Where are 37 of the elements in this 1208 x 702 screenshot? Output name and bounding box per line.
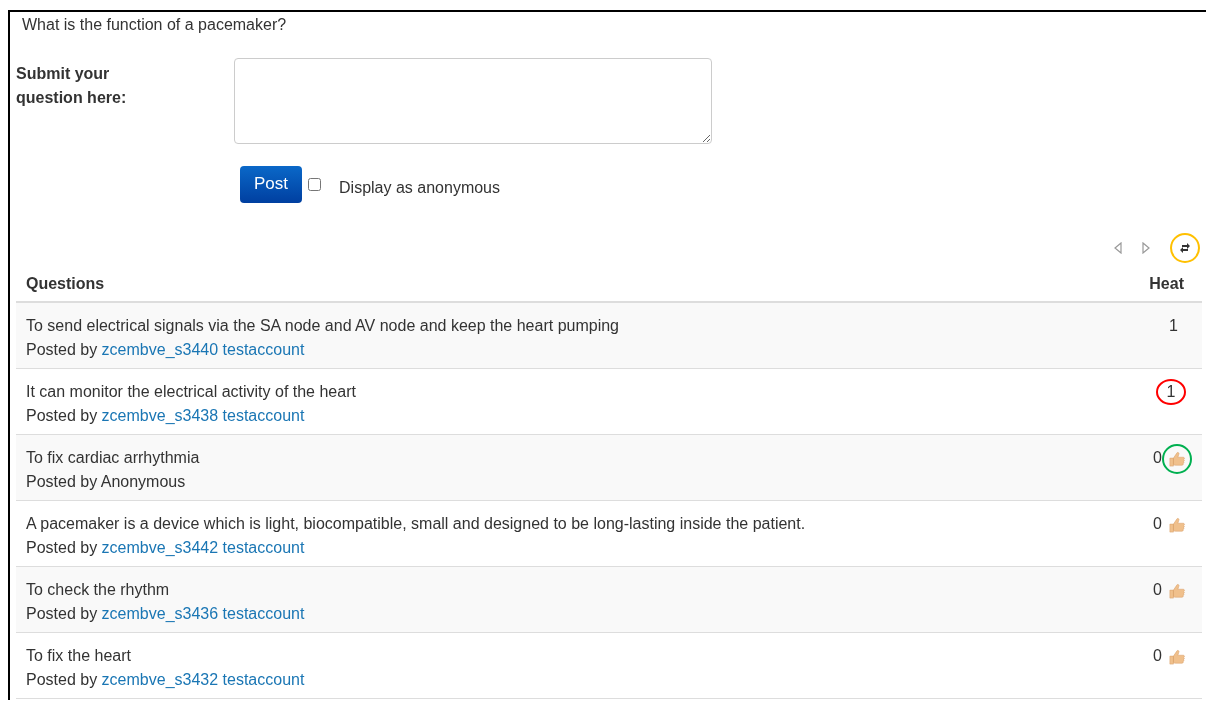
heat-count: 0	[1153, 514, 1162, 534]
thumbs-up-icon[interactable]	[1162, 444, 1192, 474]
answer-text: To check the rhythm	[26, 580, 171, 600]
answer-text: A pacemaker is a device which is light, biocompatible, small and designed to be long-lasting inside the patient.	[26, 514, 806, 534]
posted-by-text: Posted by zcembve_s3442 testaccount	[26, 538, 306, 558]
author-link[interactable]: zcembve_s3432 testaccount	[101, 671, 305, 688]
answer-text: It can monitor the electrical activity of the heart	[26, 382, 356, 402]
answer-text: To fix the heart	[26, 646, 132, 666]
column-header: Questions	[26, 275, 105, 293]
posted-by-text: Posted by Anonymous	[26, 472, 187, 492]
heat-count: 0	[1153, 580, 1162, 600]
question-label: Submit your question here:	[16, 64, 128, 108]
previous-icon[interactable]	[1114, 242, 1122, 254]
anonymous-checkbox[interactable]	[308, 178, 322, 191]
heat-count: 0	[1153, 646, 1162, 666]
question-input[interactable]	[234, 58, 712, 144]
posted-by-text: Posted by zcembve_s3436 testaccount	[26, 604, 305, 624]
refresh-button[interactable]	[1170, 233, 1200, 263]
anonymous-label: Display as anonymous	[339, 178, 500, 197]
post-button[interactable]: Post	[240, 166, 303, 203]
heat-count: 1	[1156, 379, 1186, 405]
author-link[interactable]: zcembve_s3442 testaccount	[101, 539, 305, 556]
author-link[interactable]: zcembve_s3436 testaccount	[101, 605, 305, 622]
answer-text: To fix cardiac arrhythmia	[26, 448, 200, 468]
posted-by-text: Posted by zcembve_s3440 testaccount	[26, 340, 306, 360]
posted-by-text: Posted by zcembve_s3432 testaccount	[26, 670, 305, 690]
question-text: What is the function of a pacemaker?	[21, 16, 288, 34]
author-link[interactable]: zcembve_s3440 testaccount	[101, 341, 305, 358]
answer-text: To send electrical signals via the SA node and AV node and keep the heart pumping	[26, 316, 619, 336]
heat-count: 0	[1153, 448, 1162, 468]
posted-by-text: Posted by zcembve_s3438 testaccount	[26, 406, 306, 426]
column-header: Heat	[1149, 275, 1184, 293]
author-link[interactable]: zcembve_s3438 testaccount	[101, 407, 305, 424]
next-icon[interactable]	[1142, 242, 1150, 254]
refresh-icon	[1180, 241, 1190, 255]
author-name: Anonymous	[100, 473, 186, 490]
heat-count: 1	[1169, 316, 1178, 336]
